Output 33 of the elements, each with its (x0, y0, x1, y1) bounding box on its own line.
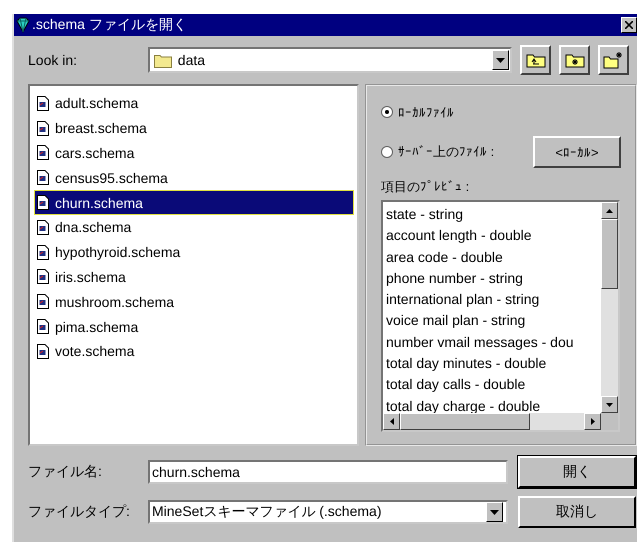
preview-item: international plan - string (386, 290, 540, 310)
file-name-field[interactable]: churn.schema (148, 460, 508, 484)
file-name-label: ファイル名: (28, 463, 103, 481)
cancel-button[interactable]: 取消し (518, 496, 636, 528)
open-button[interactable]: 開く (518, 456, 636, 488)
look-in-label: Look in: (28, 52, 78, 68)
preview-item: state - string (386, 205, 464, 224)
file-item[interactable]: mushroom.schema (34, 289, 354, 314)
preview-item: total day minutes - double (386, 354, 548, 374)
file-type-dropdown[interactable]: MineSetスキーマファイル (.schema) (148, 500, 508, 524)
file-item[interactable]: dna.schema (34, 214, 354, 240)
file-item[interactable]: vote.schema (34, 338, 354, 364)
file-item[interactable]: adult.schema (34, 91, 354, 116)
file-item[interactable]: census95.schema (34, 165, 354, 190)
file-item[interactable]: breast.schema (34, 116, 354, 141)
file-item[interactable]: iris.schema (34, 264, 354, 290)
preview-item: area code - double (386, 248, 504, 267)
server-button[interactable]: <ﾛｰｶﾙ> (533, 136, 621, 168)
preview-item: total day calls - double (386, 375, 526, 394)
preview-item: phone number - string (386, 268, 524, 288)
preview-item: voice mail plan - string (386, 311, 526, 330)
preview-label: 項目のﾌﾟﾚﾋﾞｭ : (381, 178, 470, 196)
file-type-label: ファイルタイプ: (28, 503, 131, 521)
file-item[interactable]: churn.schema (34, 190, 354, 215)
radio-option[interactable]: ｻｰﾊﾞｰ上のﾌｧｲﾙ : (381, 143, 531, 161)
radio-option[interactable]: ﾛｰｶﾙﾌｧｲﾙ (381, 104, 531, 120)
window-title: .schema ファイルを開く (32, 16, 188, 34)
file-item[interactable]: hypothyroid.schema (34, 240, 354, 265)
look-in-dropdown[interactable]: data (148, 47, 512, 73)
file-item[interactable]: cars.schema (34, 140, 354, 166)
file-item[interactable]: pima.schema (34, 314, 354, 339)
preview-item: number vmail messages - dou (386, 332, 575, 352)
preview-item: account length - double (386, 226, 533, 246)
